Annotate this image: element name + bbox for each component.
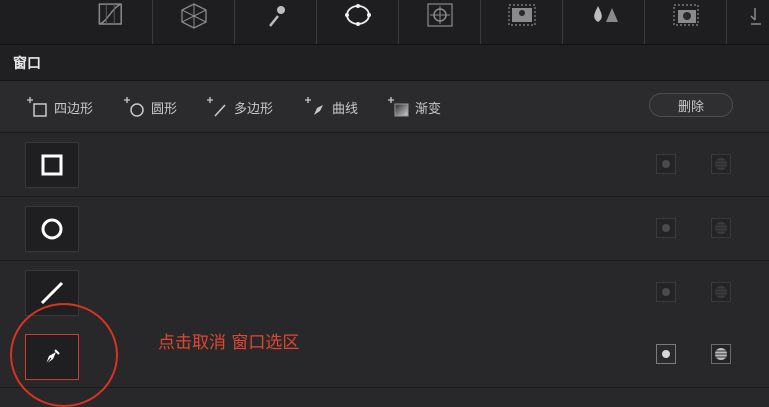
add-curve-icon: [305, 97, 323, 115]
window-invert-icon[interactable]: [711, 344, 731, 364]
window-thumb-line[interactable]: [25, 270, 79, 316]
tool-key[interactable]: [645, 0, 727, 44]
key-icon: [672, 4, 699, 26]
window-enable-toggle[interactable]: [656, 282, 676, 302]
add-curve-label: 曲线: [332, 101, 359, 117]
add-polygon-icon: [207, 97, 226, 117]
add-circle-button[interactable]: 圆形: [123, 95, 177, 119]
circle-icon: [41, 218, 63, 240]
top-toolbar: [0, 0, 769, 45]
eyedropper-icon: [268, 6, 285, 27]
window-thumb-pen[interactable]: [25, 334, 79, 380]
pen-icon: [45, 349, 60, 365]
window-row-square[interactable]: [0, 133, 769, 197]
annotation-text: 点击取消 窗口选区: [158, 333, 300, 353]
add-square-label: 四边形: [54, 101, 94, 117]
tracker-icon: [426, 3, 453, 27]
add-curve-button[interactable]: 曲线: [304, 95, 358, 119]
tool-eyedropper[interactable]: [235, 0, 317, 44]
add-polygon-button[interactable]: 多边形: [206, 95, 273, 119]
window-row-circle[interactable]: [0, 197, 769, 261]
tool-curves[interactable]: [0, 0, 153, 44]
window-invert-icon[interactable]: [711, 154, 731, 174]
shape-toolbar: 四边形 圆形 多边形 曲线 渐变 删除: [0, 81, 769, 133]
add-gradient-label: 渐变: [415, 101, 442, 117]
add-gradient-button[interactable]: 渐变: [387, 95, 441, 119]
add-circle-icon: [124, 97, 144, 117]
tool-blur[interactable]: [563, 0, 645, 44]
add-circle-label: 圆形: [151, 101, 178, 117]
qualifier-mesh-icon: [180, 3, 207, 29]
magic-mask-icon: [507, 4, 536, 26]
tool-window[interactable]: [317, 0, 399, 44]
line-icon: [40, 281, 64, 305]
tool-magic-mask[interactable]: [481, 0, 563, 44]
window-thumb-square[interactable]: [25, 142, 79, 188]
window-row-line[interactable]: [0, 261, 769, 325]
window-section-header: 窗口: [0, 45, 769, 81]
add-square-icon: [27, 97, 47, 117]
window-enable-toggle[interactable]: [656, 218, 676, 238]
square-icon: [41, 154, 63, 176]
window-invert-icon[interactable]: [711, 282, 731, 302]
window-section-title: 窗口: [13, 55, 41, 72]
add-square-button[interactable]: 四边形: [26, 95, 93, 119]
window-thumb-circle[interactable]: [25, 206, 79, 252]
blur-icon: [593, 6, 618, 22]
window-circle-icon: [344, 4, 371, 26]
window-enable-toggle[interactable]: [656, 344, 676, 364]
window-invert-icon[interactable]: [711, 218, 731, 238]
tool-tracker[interactable]: [399, 0, 481, 44]
tool-sizing[interactable]: [727, 0, 767, 44]
sizing-icon: [750, 8, 761, 25]
window-row-pen[interactable]: [0, 324, 769, 388]
curves-icon: [98, 3, 122, 25]
delete-button[interactable]: 删除: [649, 93, 733, 117]
window-enable-toggle[interactable]: [656, 154, 676, 174]
tool-qualifier[interactable]: [153, 0, 235, 44]
add-gradient-icon: [388, 97, 409, 117]
add-polygon-label: 多边形: [234, 101, 274, 117]
